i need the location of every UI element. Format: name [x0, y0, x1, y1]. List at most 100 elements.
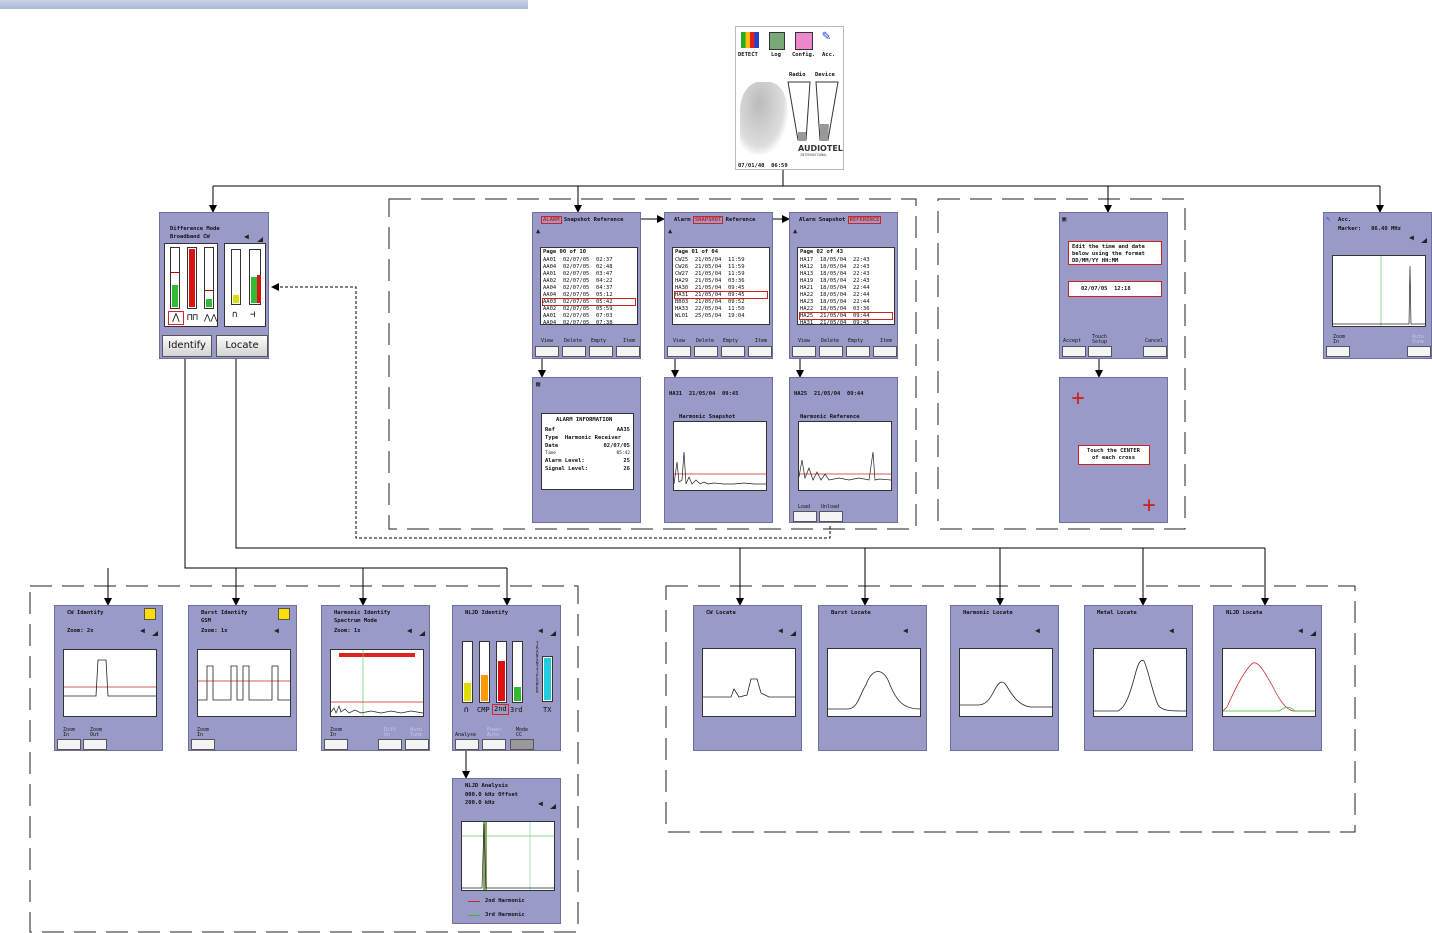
- cw-mode-icon[interactable]: ⋀: [168, 311, 184, 325]
- detect-icon[interactable]: [741, 32, 759, 48]
- crosshair-bottom-right[interactable]: +: [1139, 495, 1159, 517]
- table-row[interactable]: AA01 02/07/05 03:47: [543, 271, 635, 277]
- table-row[interactable]: HA29 21/05/04 03:36: [675, 278, 767, 284]
- accept-softkey[interactable]: [1062, 346, 1086, 357]
- table-row[interactable]: HA22 18/05/04 22:44: [800, 292, 892, 298]
- table-row-selected[interactable]: HA31 21/05/04 09:45: [674, 291, 768, 299]
- identify-button[interactable]: Identify: [162, 335, 212, 357]
- table-row[interactable]: HA21 18/05/04 22:44: [800, 285, 892, 291]
- zoom-in-softkey[interactable]: [191, 739, 215, 750]
- table-row[interactable]: WL01 25/05/04 19:04: [675, 313, 767, 319]
- speaker-icon[interactable]: ◀: [538, 800, 543, 808]
- speaker-icon[interactable]: ◀: [1298, 627, 1303, 635]
- speaker-icon[interactable]: ◀: [407, 627, 412, 635]
- speaker-icon[interactable]: ◀: [1409, 234, 1414, 242]
- table-row[interactable]: AA02 02/07/05 04:22: [543, 278, 635, 284]
- pause-icon[interactable]: [278, 608, 290, 620]
- table-row[interactable]: HA30 21/05/04 09:45: [675, 285, 767, 291]
- table-row[interactable]: HA17 18/05/04 22:43: [800, 257, 892, 263]
- table-row-selected[interactable]: AA03 02/07/05 05:42: [542, 298, 636, 306]
- table-row[interactable]: CW25 21/05/04 11:59: [675, 257, 767, 263]
- speaker-icon[interactable]: ◀: [244, 233, 249, 241]
- speaker-icon[interactable]: ◀: [538, 627, 543, 635]
- cancel-softkey[interactable]: [1143, 346, 1167, 357]
- table-row[interactable]: AA01 02/07/05 02:37: [543, 257, 635, 263]
- auto-tune-softkey[interactable]: [405, 739, 429, 750]
- table-row[interactable]: HA13 18/05/04 22:43: [800, 271, 892, 277]
- mode-cc-softkey[interactable]: [510, 739, 534, 750]
- table-row[interactable]: HA31 21/05/04 09:45: [800, 320, 892, 326]
- empty-softkey[interactable]: [721, 346, 745, 357]
- table-row[interactable]: HA19 18/05/04 22:43: [800, 278, 892, 284]
- burst-mode-icon[interactable]: ⊓⊓: [187, 312, 201, 324]
- table-row[interactable]: HA33 22/05/04 11:50: [675, 306, 767, 312]
- item-softkey[interactable]: [873, 346, 897, 357]
- item-softkey[interactable]: [748, 346, 772, 357]
- crosshair-top-left[interactable]: +: [1068, 388, 1088, 410]
- speaker-icon[interactable]: ◀: [1035, 627, 1040, 635]
- table-row[interactable]: AA04 02/07/05 04:37: [543, 285, 635, 291]
- metal-icon[interactable]: ∩: [232, 310, 237, 320]
- burst-identify-screen: Burst Identify GSM Zoom: 1x ◀ Zoom In: [188, 605, 297, 751]
- channel-icon: ▲: [668, 227, 673, 235]
- metal-level-bar: [462, 641, 473, 703]
- burst-trace: [198, 665, 290, 701]
- log-icon[interactable]: [769, 32, 785, 50]
- speaker-icon[interactable]: ◀: [903, 627, 908, 635]
- zoom-in-softkey[interactable]: [324, 739, 348, 750]
- datetime-field[interactable]: 02/07/05 12:18: [1068, 281, 1162, 297]
- marker-readout: Marker: 86.40 MHz: [1338, 226, 1401, 232]
- speaker-icon[interactable]: ◀: [778, 627, 783, 635]
- delete-softkey[interactable]: [819, 346, 843, 357]
- burst-locate-plot: [827, 648, 921, 717]
- speaker-icon[interactable]: ◀: [1169, 627, 1174, 635]
- delete-softkey[interactable]: [694, 346, 718, 357]
- analyse-softkey[interactable]: [455, 739, 479, 750]
- load-softkey[interactable]: [793, 511, 817, 522]
- difference-subtitle: Broadband CW: [170, 234, 210, 240]
- harmonic-mode-icon[interactable]: ⋀⋀: [204, 312, 217, 324]
- speaker-icon[interactable]: ◀: [274, 627, 279, 635]
- table-row[interactable]: HA22 18/05/04 03:36: [800, 306, 892, 312]
- transmit-power-label: TRANSMIT POWER: [536, 641, 539, 694]
- speaker-icon[interactable]: ◀: [140, 627, 145, 635]
- table-row[interactable]: CW26 21/05/04 11:59: [675, 264, 767, 270]
- empty-softkey[interactable]: [846, 346, 870, 357]
- item-softkey[interactable]: [616, 346, 640, 357]
- nljd-identify-screen: NLJD Identify ◀ TRANSMIT POWER ∩ CMP 2nd…: [452, 605, 561, 751]
- 2nd-label[interactable]: 2nd: [492, 704, 509, 715]
- view-softkey[interactable]: [535, 346, 559, 357]
- table-row-selected[interactable]: HA25 21/05/04 09:44: [799, 312, 893, 320]
- view-softkey[interactable]: [667, 346, 691, 357]
- unload-softkey[interactable]: [819, 511, 843, 522]
- pause-icon[interactable]: [144, 608, 156, 620]
- harmonic-identify-subtitle: Spectrum Mode: [334, 618, 378, 624]
- empty-softkey[interactable]: [589, 346, 613, 357]
- table-row[interactable]: AA01 02/07/05 07:03: [543, 313, 635, 319]
- delete-softkey[interactable]: [562, 346, 586, 357]
- accessory-icon[interactable]: ✎: [822, 29, 830, 43]
- transmit-icon[interactable]: ⊣: [250, 310, 255, 320]
- table-row[interactable]: AA02 02/07/05 05:59: [543, 306, 635, 312]
- config-icon[interactable]: [795, 32, 813, 50]
- diff-on-softkey[interactable]: [378, 739, 402, 750]
- span-readout: 200.0 kHz: [465, 800, 495, 806]
- locate-button[interactable]: Locate: [216, 335, 268, 357]
- zoom-in-softkey[interactable]: [57, 739, 81, 750]
- zoom-in-softkey[interactable]: [1326, 346, 1350, 357]
- table-row[interactable]: AA04 02/07/05 07:38: [543, 320, 635, 326]
- table-row[interactable]: BB03 21/05/04 09:52: [675, 299, 767, 305]
- table-row[interactable]: AA04 02/07/05 02:48: [543, 264, 635, 270]
- table-row[interactable]: HA23 18/05/04 22:44: [800, 299, 892, 305]
- touch-setup-softkey[interactable]: [1088, 346, 1112, 357]
- radio-bar-label: Radio: [789, 72, 806, 78]
- power-auto-softkey[interactable]: [482, 739, 506, 750]
- table-row[interactable]: AA04 02/07/05 05:12: [543, 292, 635, 298]
- table-row[interactable]: HA12 18/05/04 22:43: [800, 264, 892, 270]
- softkey-label: Empty: [848, 338, 864, 344]
- view-softkey[interactable]: [792, 346, 816, 357]
- table-row[interactable]: CW27 21/05/04 11:59: [675, 271, 767, 277]
- auto-tune-softkey[interactable]: [1407, 346, 1431, 357]
- zoom-out-softkey[interactable]: [83, 739, 107, 750]
- softkey-label: Mode CC: [516, 727, 529, 738]
